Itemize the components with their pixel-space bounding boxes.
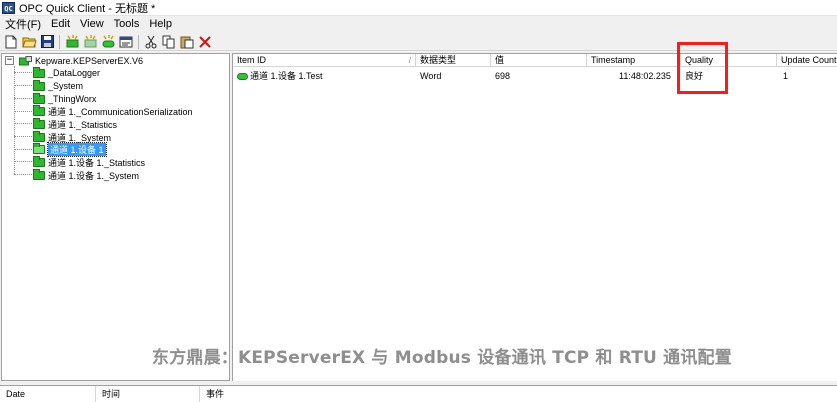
properties-icon: [119, 36, 133, 48]
tree-item[interactable]: 通道 1._CommunicationSerialization: [33, 104, 193, 117]
tree-root-server[interactable]: Kepware.KEPServerEX.V6: [19, 55, 143, 67]
tree-connector: [14, 85, 32, 86]
cell-update-count: 1: [783, 71, 789, 81]
cut-button[interactable]: [143, 34, 159, 50]
item-list[interactable]: Item ID / 数据类型 值 Timestamp Quality Update…: [232, 53, 837, 381]
tree-item[interactable]: _DataLogger: [33, 66, 101, 79]
tree-item-label: 通道 1.设备 1: [47, 141, 107, 157]
sort-indicator-icon: /: [408, 56, 411, 65]
tree-connector: [14, 66, 15, 174]
paste-icon: [180, 36, 194, 48]
tree-item[interactable]: 通道 1.设备 1._Statistics: [33, 155, 146, 168]
toolbar-separator: [59, 34, 60, 49]
tree-item-label: _DataLogger: [48, 68, 101, 78]
column-item-id[interactable]: Item ID /: [233, 54, 416, 67]
tree-connector: [14, 72, 32, 73]
group-folder-icon: [33, 104, 45, 116]
tree-connector: [14, 149, 32, 150]
tree-item-label: 通道 1._CommunicationSerialization: [48, 106, 193, 117]
toolbar-separator: [138, 34, 139, 49]
column-value[interactable]: 值: [491, 54, 587, 67]
log-column-time[interactable]: 时间: [96, 386, 200, 402]
tree-item[interactable]: 通道 1._Statistics: [33, 117, 118, 130]
open-folder-icon: [21, 37, 37, 47]
delete-icon: [199, 35, 211, 48]
column-data-type[interactable]: 数据类型: [416, 54, 491, 67]
cell-data-type: Word: [420, 71, 442, 81]
group-folder-icon: [33, 117, 45, 129]
properties-button[interactable]: [118, 34, 134, 50]
tree-item-label: _System: [48, 81, 84, 91]
new-server-icon: [66, 35, 78, 48]
group-folder-icon: [33, 92, 45, 104]
menu-tools[interactable]: Tools: [109, 18, 145, 30]
tree-item[interactable]: 通道 1.设备 1._System: [33, 168, 140, 181]
tag-icon: [237, 73, 248, 80]
menu-file[interactable]: 文件(F): [0, 16, 46, 32]
tree-item-label: 通道 1.设备 1._Statistics: [48, 157, 146, 168]
list-header: Item ID / 数据类型 值 Timestamp Quality Update…: [233, 54, 837, 67]
tree-item-label: 通道 1._Statistics: [48, 119, 118, 130]
scissors-icon: [145, 35, 157, 48]
window-title: OPC Quick Client - 无标题 *: [19, 2, 156, 15]
new-item-icon: [102, 35, 114, 48]
group-folder-icon: [33, 168, 45, 180]
open-file-button[interactable]: [21, 34, 37, 50]
new-file-icon: [5, 35, 17, 48]
paste-button[interactable]: [179, 34, 195, 50]
tree-connector: [14, 98, 32, 99]
watermark-caption: 东方鼎晨：KEPServerEX 与 Modbus 设备通讯 TCP 和 RTU…: [152, 348, 732, 368]
tree-item-label: _ThingWorx: [48, 94, 97, 104]
tree-connector: [14, 111, 32, 112]
tree-connector: [14, 123, 32, 124]
tree-item-selected[interactable]: 通道 1.设备 1: [33, 141, 107, 157]
group-folder-icon: [33, 130, 45, 142]
tree-item-label: 通道 1.设备 1._System: [48, 170, 140, 181]
quality-highlight-box: [677, 42, 728, 94]
tree-item[interactable]: 通道 1._System: [33, 130, 111, 143]
menu-edit[interactable]: Edit: [46, 18, 75, 30]
copy-icon: [162, 35, 175, 48]
title-bar: QC OPC Quick Client - 无标题 *: [0, 0, 837, 16]
new-server-button[interactable]: [64, 34, 80, 50]
cell-item-id: 通道 1.设备 1.Test: [233, 70, 323, 82]
menu-bar: 文件(F) Edit View Tools Help: [0, 16, 837, 32]
tree-collapse-toggle[interactable]: −: [5, 56, 14, 65]
column-update-count[interactable]: Update Count: [777, 54, 837, 67]
tree-item[interactable]: _ThingWorx: [33, 92, 97, 105]
group-folder-icon: [33, 79, 45, 91]
new-item-button[interactable]: [100, 34, 116, 50]
menu-view[interactable]: View: [75, 18, 109, 30]
tree-root-label: Kepware.KEPServerEX.V6: [35, 56, 144, 66]
log-column-date[interactable]: Date: [0, 386, 96, 402]
cell-value: 698: [495, 71, 511, 81]
log-column-event[interactable]: 事件: [200, 386, 837, 402]
tree-connector: [14, 161, 32, 162]
new-group-button[interactable]: [82, 34, 98, 50]
copy-button[interactable]: [161, 34, 177, 50]
tree-connector: [14, 174, 32, 175]
new-file-button[interactable]: [3, 34, 19, 50]
table-row[interactable]: 通道 1.设备 1.Test Word 698 11:48:02.235 良好 …: [233, 70, 837, 82]
column-timestamp[interactable]: Timestamp: [587, 54, 681, 67]
save-button[interactable]: [39, 34, 55, 50]
app-icon: QC: [2, 1, 15, 14]
new-group-icon: [84, 35, 96, 48]
menu-help[interactable]: Help: [144, 18, 177, 30]
open-folder-icon: [33, 142, 45, 154]
server-icon: [19, 56, 32, 66]
event-log-header: Date 时间 事件: [0, 385, 837, 402]
tree-connector: [14, 136, 32, 137]
server-tree[interactable]: − Kepware.KEPServerEX.V6 _DataLogger _Sy…: [1, 53, 230, 381]
tree-item[interactable]: _System: [33, 79, 84, 92]
group-folder-icon: [33, 155, 45, 167]
save-icon: [40, 35, 54, 48]
cell-timestamp: 11:48:02.235: [619, 71, 671, 81]
group-folder-icon: [33, 66, 45, 78]
delete-button[interactable]: [197, 34, 213, 50]
